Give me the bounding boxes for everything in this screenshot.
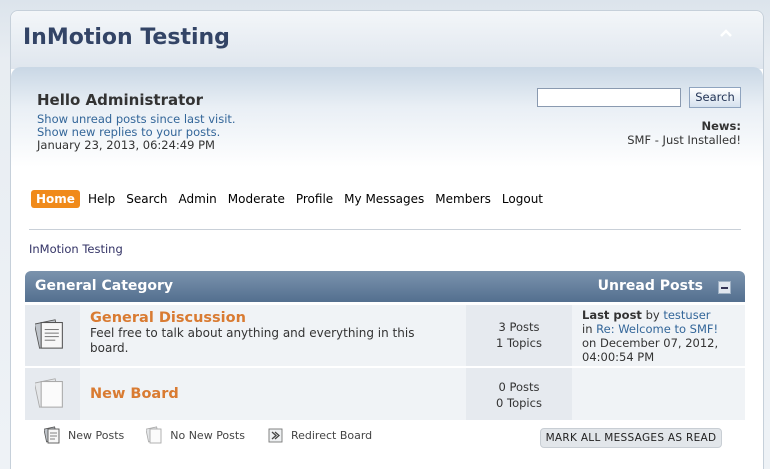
forum-wrapper: InMotion Testing Hello Administrator Sho… [10, 10, 764, 469]
board-info-cell: New Board [82, 368, 464, 420]
menu-members[interactable]: Members [435, 190, 491, 208]
menu-help[interactable]: Help [88, 190, 115, 208]
board-topics-count: 1 Topics [496, 336, 542, 350]
page-background: InMotion Testing Hello Administrator Sho… [0, 0, 770, 469]
board-info-cell: General Discussion Feel free to talk abo… [82, 305, 464, 366]
board-row: General Discussion Feel free to talk abo… [25, 305, 745, 366]
menu-my-messages[interactable]: My Messages [344, 190, 424, 208]
menu-home[interactable]: Home [31, 190, 80, 208]
menu-search[interactable]: Search [126, 190, 167, 208]
last-post-line1: Last post by testuser [582, 308, 711, 322]
board-name-link[interactable]: General Discussion [90, 310, 246, 326]
unread-posts-link[interactable]: Unread Posts [598, 278, 703, 294]
no-new-posts-icon [146, 426, 162, 444]
last-post-user-link[interactable]: testuser [663, 308, 710, 322]
legend-new-posts-label: New Posts [68, 428, 125, 442]
show-replies-link[interactable]: Show new replies to your posts. [37, 125, 220, 139]
redirect-board-icon [268, 428, 283, 443]
menu-admin[interactable]: Admin [179, 190, 217, 208]
board-description: Feel free to talk about anything and eve… [90, 326, 415, 355]
new-posts-icon [35, 319, 63, 349]
board-name-link[interactable]: New Board [90, 386, 179, 402]
show-unread-link[interactable]: Show unread posts since last visit. [37, 112, 236, 126]
user-section: Hello Administrator Show unread posts si… [11, 67, 763, 167]
last-post-cell: Last post by testuser in Re: Welcome to … [574, 305, 745, 366]
greeting: Hello Administrator [37, 91, 203, 109]
forum-title[interactable]: InMotion Testing [23, 25, 230, 50]
new-posts-icon [44, 426, 60, 444]
news-text: SMF - Just Installed! [627, 133, 741, 147]
category-title[interactable]: General Category [35, 278, 173, 294]
last-post-date: on December 07, 2012, 04:00:54 PM [582, 336, 719, 364]
legend-no-new-posts-label: No New Posts [170, 428, 245, 442]
current-date: January 23, 2013, 06:24:49 PM [37, 138, 215, 152]
main-menu: Home Help Search Admin Moderate Profile … [31, 189, 554, 209]
legend-new-posts: New Posts [44, 426, 124, 444]
last-post-cell [574, 368, 745, 420]
menu-logout[interactable]: Logout [502, 190, 543, 208]
board-icon-cell [25, 305, 80, 366]
menu-profile[interactable]: Profile [296, 190, 333, 208]
board-posts-count: 3 Posts [498, 320, 540, 334]
category-header: General Category Unread Posts [25, 271, 745, 302]
no-new-posts-icon [35, 378, 63, 408]
last-post-by: by [645, 308, 660, 322]
board-stats-cell: 3 Posts 1 Topics [466, 305, 572, 366]
board-stats-cell: 0 Posts 0 Topics [466, 368, 572, 420]
last-post-label: Last post [582, 308, 642, 322]
legend-redirect-board: Redirect Board [267, 426, 372, 444]
top-bar: InMotion Testing [11, 11, 763, 69]
search-input[interactable] [537, 88, 681, 107]
board-posts-count: 0 Posts [498, 380, 540, 394]
menu-divider [29, 229, 741, 230]
legend-redirect-board-label: Redirect Board [290, 428, 373, 442]
board-row: New Board 0 Posts 0 Topics [25, 368, 745, 420]
board-icon-cell [25, 368, 80, 420]
last-post-topic-link[interactable]: Re: Welcome to SMF! [596, 322, 718, 336]
menu-moderate[interactable]: Moderate [228, 190, 285, 208]
search-button[interactable]: Search [689, 87, 741, 108]
breadcrumb[interactable]: InMotion Testing [29, 242, 123, 256]
last-post-line2: in Re: Welcome to SMF! [582, 322, 718, 336]
board-legend: New Posts No New Posts Redirect Board [44, 426, 394, 444]
news-label: News: [701, 119, 742, 133]
collapse-category-icon[interactable] [718, 281, 731, 294]
legend-no-new-posts: No New Posts [146, 426, 245, 444]
board-topics-count: 0 Topics [496, 396, 542, 410]
collapse-header-icon[interactable] [717, 25, 735, 43]
last-post-in: in [582, 322, 593, 336]
mark-all-read-button[interactable]: MARK ALL MESSAGES AS READ [540, 428, 722, 448]
